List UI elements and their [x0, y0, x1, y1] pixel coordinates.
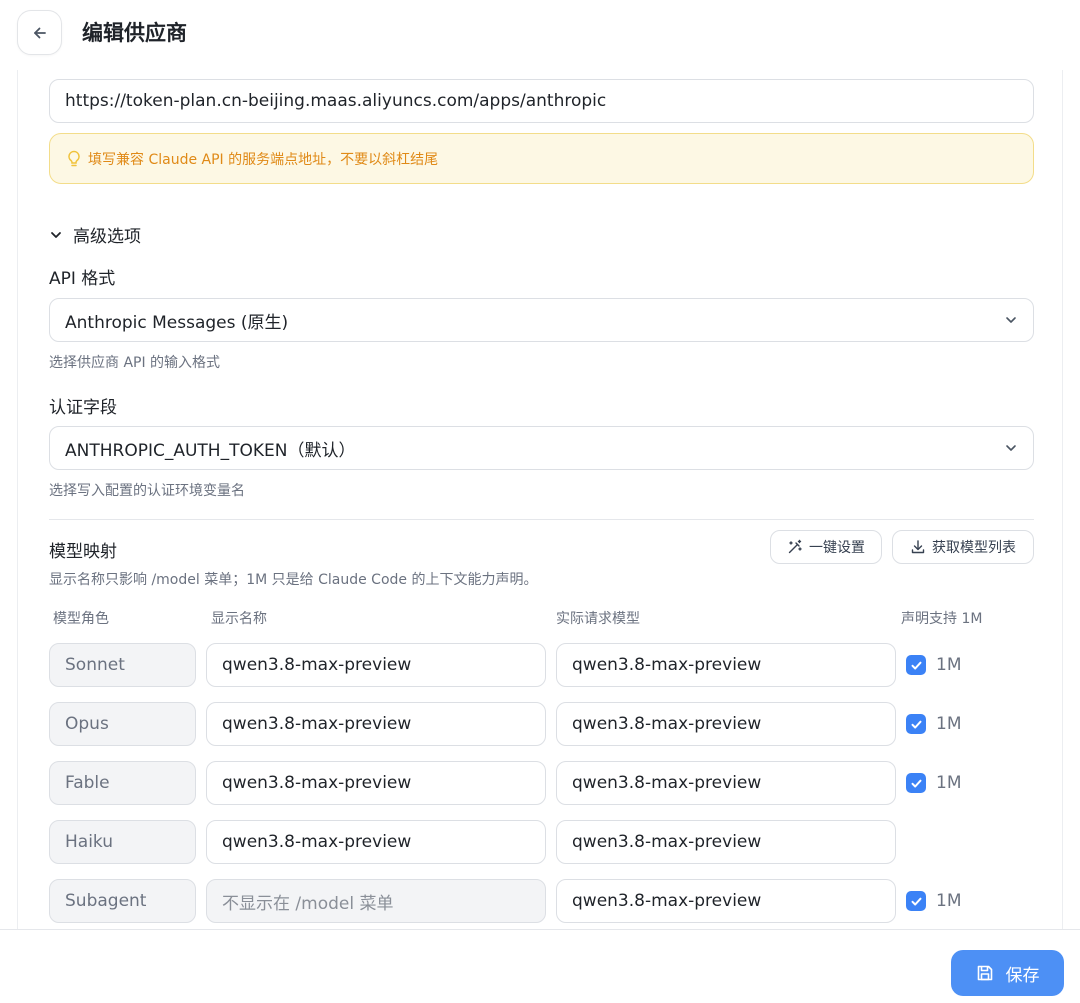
advanced-options-toggle[interactable]: 高级选项 — [49, 222, 141, 247]
api-format-select[interactable]: Anthropic Messages (原生) — [49, 298, 1034, 342]
support-1m-checkbox[interactable]: 1M — [906, 713, 961, 735]
model-mapping-title: 模型映射 — [49, 542, 117, 562]
model-mapping-description: 显示名称只影响 /model 菜单；1M 只是给 Claude Code 的上下… — [49, 572, 538, 588]
auth-field-label: 认证字段 — [49, 398, 117, 418]
check-icon — [906, 773, 926, 793]
arrow-left-icon — [31, 24, 49, 42]
model-role-cell: Sonnet — [49, 643, 196, 687]
actual-model-value: qwen3.8-max-preview — [572, 714, 762, 734]
endpoint-tip-text: 填写兼容 Claude API 的服务端点地址，不要以斜杠结尾 — [88, 151, 439, 168]
model-role-cell: Haiku — [49, 820, 196, 864]
actual-model-input[interactable]: qwen3.8-max-preview — [556, 702, 896, 746]
actual-model-input[interactable]: qwen3.8-max-preview — [556, 643, 896, 687]
actual-model-value: qwen3.8-max-preview — [572, 891, 762, 911]
display-name-value: qwen3.8-max-preview — [222, 655, 412, 675]
column-header-role: 模型角色 — [53, 611, 109, 627]
auth-field-value: ANTHROPIC_AUTH_TOKEN（默认） — [65, 440, 356, 461]
api-format-value: Anthropic Messages (原生) — [65, 312, 289, 333]
support-1m-label: 1M — [936, 655, 962, 675]
actual-model-input[interactable]: qwen3.8-max-preview — [556, 879, 896, 923]
lightbulb-icon — [66, 150, 82, 168]
auth-field-hint: 选择写入配置的认证环境变量名 — [49, 483, 245, 499]
header: 编辑供应商 — [0, 0, 1080, 70]
chevron-down-icon — [1004, 441, 1018, 455]
save-label: 保存 — [1005, 965, 1040, 986]
fetch-model-list-button[interactable]: 获取模型列表 — [892, 530, 1034, 564]
display-name-input[interactable]: qwen3.8-max-preview — [206, 643, 546, 687]
chevron-down-icon — [49, 228, 63, 242]
one-click-setup-label: 一键设置 — [809, 540, 865, 556]
chevron-down-icon — [1004, 313, 1018, 327]
support-1m-label: 1M — [936, 714, 962, 734]
form-scroll-area[interactable]: https://token-plan.cn-beijing.maas.aliyu… — [17, 70, 1063, 929]
save-icon — [976, 964, 994, 982]
display-name-value: qwen3.8-max-preview — [222, 832, 412, 852]
endpoint-url-value: https://token-plan.cn-beijing.maas.aliyu… — [65, 91, 607, 111]
support-1m-label: 1M — [936, 891, 962, 911]
display-name-input[interactable]: qwen3.8-max-preview — [206, 761, 546, 805]
check-icon — [906, 655, 926, 675]
actual-model-value: qwen3.8-max-preview — [572, 832, 762, 852]
auth-field-select[interactable]: ANTHROPIC_AUTH_TOKEN（默认） — [49, 426, 1034, 470]
support-1m-checkbox[interactable]: 1M — [906, 654, 961, 676]
column-header-support-1m: 声明支持 1M — [901, 611, 983, 627]
check-icon — [906, 891, 926, 911]
api-format-hint: 选择供应商 API 的输入格式 — [49, 355, 221, 371]
endpoint-tip: 填写兼容 Claude API 的服务端点地址，不要以斜杠结尾 — [49, 133, 1034, 184]
display-name-input[interactable]: qwen3.8-max-preview — [206, 702, 546, 746]
display-name-value: qwen3.8-max-preview — [222, 773, 412, 793]
column-header-actual-model: 实际请求模型 — [556, 611, 640, 627]
back-button[interactable] — [17, 10, 62, 55]
actual-model-input[interactable]: qwen3.8-max-preview — [556, 820, 896, 864]
actual-model-input[interactable]: qwen3.8-max-preview — [556, 761, 896, 805]
actual-model-value: qwen3.8-max-preview — [572, 773, 762, 793]
model-role-cell: Opus — [49, 702, 196, 746]
endpoint-url-input[interactable]: https://token-plan.cn-beijing.maas.aliyu… — [49, 79, 1034, 123]
column-header-display-name: 显示名称 — [211, 611, 267, 627]
model-role-cell: Subagent — [49, 879, 196, 923]
advanced-options-label: 高级选项 — [73, 227, 141, 247]
one-click-setup-button[interactable]: 一键设置 — [770, 530, 882, 564]
api-format-label: API 格式 — [49, 269, 116, 289]
fetch-model-list-label: 获取模型列表 — [932, 540, 1016, 556]
display-name-value: qwen3.8-max-preview — [222, 714, 412, 734]
check-icon — [906, 714, 926, 734]
display-name-input[interactable]: qwen3.8-max-preview — [206, 820, 546, 864]
display-name-input[interactable]: 不显示在 /model 菜单 — [206, 879, 546, 923]
footer-bar: 保存 — [0, 929, 1080, 1003]
model-role-cell: Fable — [49, 761, 196, 805]
section-divider — [49, 519, 1034, 520]
support-1m-checkbox[interactable]: 1M — [906, 890, 961, 912]
save-button[interactable]: 保存 — [951, 950, 1064, 996]
page-title: 编辑供应商 — [82, 21, 187, 45]
support-1m-checkbox[interactable]: 1M — [906, 772, 961, 794]
support-1m-label: 1M — [936, 773, 962, 793]
display-name-placeholder: 不显示在 /model 菜单 — [222, 893, 394, 914]
magic-wand-icon — [787, 539, 803, 555]
download-icon — [910, 539, 926, 555]
actual-model-value: qwen3.8-max-preview — [572, 655, 762, 675]
